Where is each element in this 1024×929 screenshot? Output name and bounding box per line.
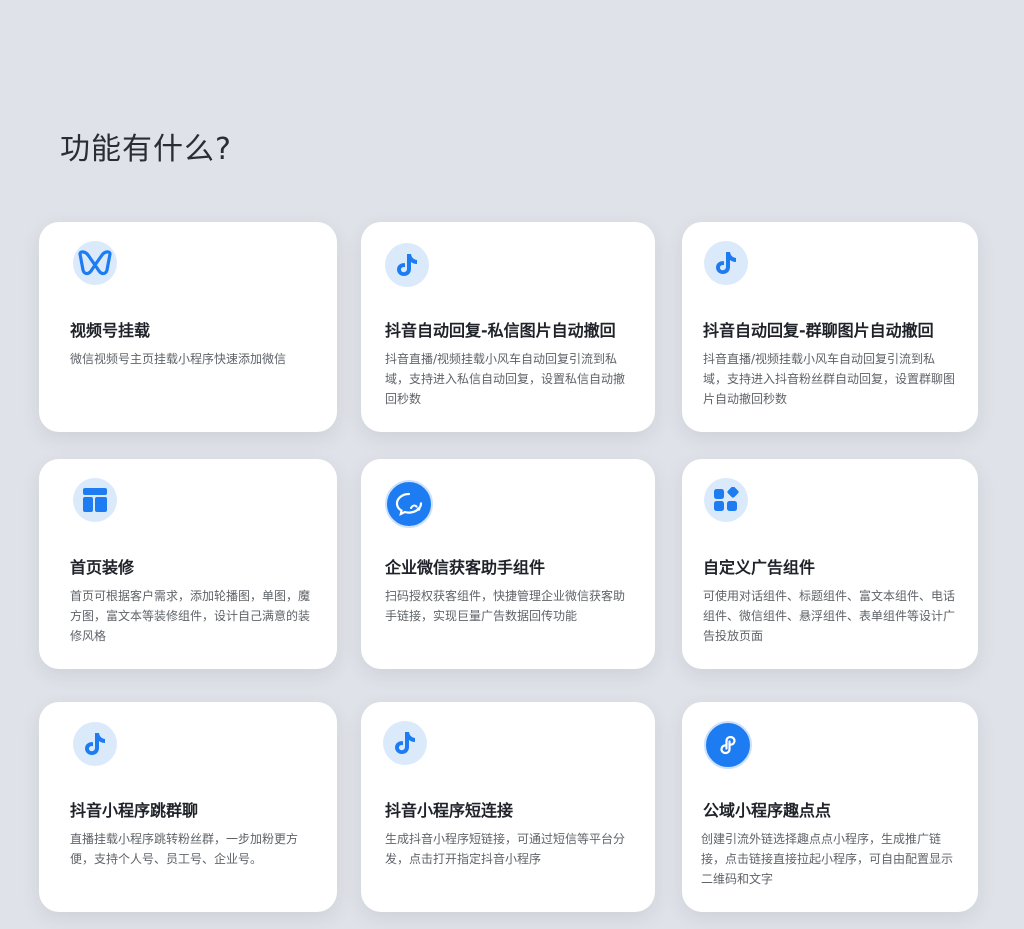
card-description: 生成抖音小程序短链接，可通过短信等平台分发，点击打开指定抖音小程序 xyxy=(385,832,626,866)
feature-card-dm-auto-reply[interactable]: 抖音自动回复-私信图片自动撤回 抖音直播/视频挂载小风车自动回复引流到私域，支持… xyxy=(361,222,655,432)
card-description: 扫码授权获客组件，快捷管理企业微信获客助手链接，实现巨量广告数据回传功能 xyxy=(385,589,626,623)
layout-icon xyxy=(73,478,117,522)
card-description: 首页可根据客户需求，添加轮播图，单图，魔方图，富文本等装修组件，设计自己满意的装… xyxy=(70,589,311,643)
tiktok-icon xyxy=(73,722,117,766)
card-description: 直播挂载小程序跳转粉丝群，一步加粉更方便，支持个人号、员工号、企业号。 xyxy=(70,832,299,866)
feature-card-custom-ad-widget[interactable]: 自定义广告组件 可使用对话组件、标题组件、富文本组件、电话组件、微信组件、悬浮组… xyxy=(682,459,978,669)
widgets-icon xyxy=(704,478,748,522)
tiktok-icon xyxy=(383,721,427,765)
feature-card-wecom-widget[interactable]: 企业微信获客助手组件 扫码授权获客组件，快捷管理企业微信获客助手链接，实现巨量广… xyxy=(361,459,655,669)
card-description: 抖音直播/视频挂载小风车自动回复引流到私域，支持进入私信自动回复，设置私信自动撤… xyxy=(385,352,626,406)
card-title: 视频号挂载 xyxy=(70,321,151,340)
wecom-icon xyxy=(385,480,433,528)
page-title: 功能有什么? xyxy=(60,132,232,167)
card-description: 抖音直播/视频挂载小风车自动回复引流到私域，支持进入抖音粉丝群自动回复，设置群聊… xyxy=(703,352,956,406)
card-title: 抖音小程序短连接 xyxy=(385,801,514,820)
card-title: 公域小程序趣点点 xyxy=(703,801,832,820)
feature-card-miniprogram-short-link[interactable]: 抖音小程序短连接 生成抖音小程序短链接，可通过短信等平台分发，点击打开指定抖音小… xyxy=(361,702,655,912)
card-description: 可使用对话组件、标题组件、富文本组件、电话组件、微信组件、悬浮组件、表单组件等设… xyxy=(703,589,956,643)
feature-card-public-miniprogram[interactable]: 公域小程序趣点点 创建引流外链选择趣点点小程序，生成推广链接，点击链接直接拉起小… xyxy=(682,702,978,912)
card-title: 企业微信获客助手组件 xyxy=(385,558,546,577)
card-description: 微信视频号主页挂载小程序快速添加微信 xyxy=(70,352,287,366)
feature-card-home-decoration[interactable]: 首页装修 首页可根据客户需求，添加轮播图，单图，魔方图，富文本等装修组件，设计自… xyxy=(39,459,337,669)
feature-card-miniprogram-group-jump[interactable]: 抖音小程序跳群聊 直播挂载小程序跳转粉丝群，一步加粉更方便，支持个人号、员工号、… xyxy=(39,702,337,912)
card-title: 抖音小程序跳群聊 xyxy=(70,801,199,820)
card-title: 抖音自动回复-私信图片自动撤回 xyxy=(385,321,616,340)
butterfly-icon xyxy=(73,241,117,285)
miniprogram-icon xyxy=(704,721,752,769)
feature-card-group-auto-reply[interactable]: 抖音自动回复-群聊图片自动撤回 抖音直播/视频挂载小风车自动回复引流到私域，支持… xyxy=(682,222,978,432)
card-title: 抖音自动回复-群聊图片自动撤回 xyxy=(703,321,934,340)
feature-card-video-channel[interactable]: 视频号挂载 微信视频号主页挂载小程序快速添加微信 xyxy=(39,222,337,432)
tiktok-icon xyxy=(704,241,748,285)
tiktok-icon xyxy=(385,243,429,287)
card-description: 创建引流外链选择趣点点小程序，生成推广链接，点击链接直接拉起小程序，可自由配置显… xyxy=(701,832,954,886)
card-title: 首页装修 xyxy=(70,558,135,577)
card-title: 自定义广告组件 xyxy=(703,558,816,577)
